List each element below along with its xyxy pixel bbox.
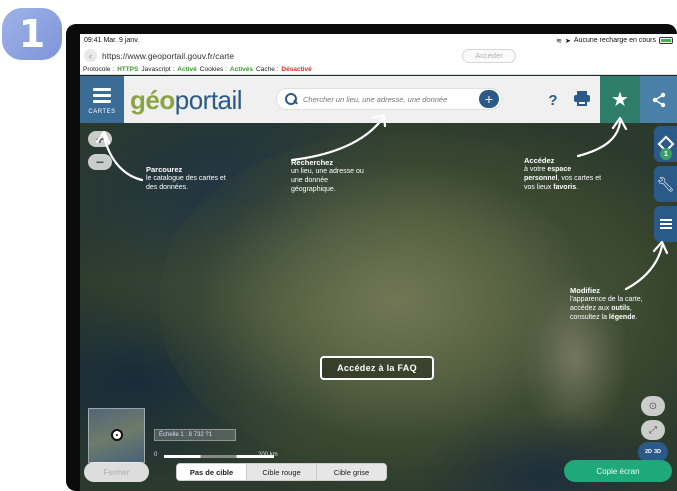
annotation-search-line2: une donnée (291, 177, 328, 184)
help-button[interactable]: ? (542, 89, 564, 111)
print-icon[interactable] (574, 91, 590, 106)
annotation-account-personnel: personnel (524, 175, 558, 182)
zoom-in-button[interactable]: + (88, 131, 112, 147)
annotation-catalog-title: Parcourez (146, 165, 183, 174)
tutorial-slide: 1 09:41 Mar. 9 janv. ≋ ➤ Aucune recharge… (0, 0, 677, 491)
zoom-out-button[interactable]: − (88, 154, 112, 170)
annotation-tools-period: . (635, 314, 638, 321)
expand-icon: ⤢ (649, 424, 657, 436)
favorites-button[interactable]: ★ (600, 76, 640, 123)
annotation-tools-line1: l'apparence de la carte, (570, 296, 643, 303)
annotation-account-line3: vos lieux (524, 184, 554, 191)
maps-menu-label: CARTES (88, 108, 116, 115)
javascript-label: Javascript : (141, 65, 175, 73)
step-number-badge: 1 (2, 8, 62, 60)
go-button[interactable]: Accéder (462, 48, 516, 63)
annotation-account-period: . (576, 184, 579, 191)
search-box: + (276, 88, 502, 110)
segment-grey-target[interactable]: Cible grise (317, 464, 386, 480)
share-icon (652, 92, 665, 107)
status-time-date: 09:41 Mar. 9 janv. (84, 37, 140, 44)
maps-menu-button[interactable]: CARTES (80, 76, 124, 123)
bottom-bar: Fermer Pas de cible Cible rouge Cible gr… (80, 459, 677, 491)
right-tool-rail: 1 🔧︎ (654, 126, 677, 246)
annotation-search-title: Recherchez (291, 158, 334, 167)
javascript-value: Activé (177, 65, 197, 73)
star-icon: ★ (611, 89, 629, 111)
chevron-left-icon: ‹ (89, 50, 92, 61)
legend-list-icon (659, 217, 672, 231)
logo-portail: portail (174, 85, 243, 115)
target-segmented-control: Pas de cible Cible rouge Cible grise (176, 463, 387, 481)
annotation-search-line1: un lieu, une adresse ou (291, 168, 364, 175)
plus-icon: + (95, 131, 105, 147)
fullscreen-button[interactable]: ⤢ (641, 420, 665, 440)
scale-start-label: 0 (154, 452, 158, 458)
location-icon: ➤ (565, 37, 571, 45)
annotation-tools-line2: accédez aux (570, 305, 612, 312)
charging-status: Aucune recharge en cours (573, 37, 656, 44)
annotation-account-line1: à votre (524, 166, 548, 173)
browser-url-bar: ‹ https://www.geoportail.gouv.fr/carte A… (80, 47, 677, 64)
crosshair-icon: ⊙ (648, 400, 658, 412)
cache-label: Cache : (256, 65, 279, 73)
annotation-account-espace: espace (547, 166, 572, 173)
minus-icon: − (95, 154, 105, 170)
screenshot-button[interactable]: Copie écran (564, 460, 672, 482)
tools-button[interactable]: 🔧︎ (654, 166, 677, 202)
status-right: ≋ ➤ Aucune recharge en cours (556, 37, 673, 45)
geoportail-logo: géoportail (130, 85, 243, 116)
layer-count-badge: 1 (660, 148, 672, 160)
annotation-catalog: Parcourez le catalogue des cartes et des… (146, 165, 226, 192)
annotation-tools: Modifiez l'apparence de la carte, accéde… (570, 286, 643, 322)
wrench-icon: 🔧︎ (656, 175, 675, 192)
share-button[interactable] (640, 76, 677, 123)
close-button[interactable]: Fermer (84, 462, 149, 482)
cookies-label: Cookies : (199, 65, 227, 73)
faq-button[interactable]: Accédez à la FAQ (320, 356, 434, 380)
scale-ratio: Échelle 1 : 8 732 ?1 (154, 429, 236, 441)
browser-info-bar: Protocole : HTTPS Javascript : Activé Co… (80, 64, 677, 75)
url-field[interactable]: https://www.geoportail.gouv.fr/carte (102, 51, 402, 61)
annotation-account-favoris: favoris (553, 184, 577, 191)
annotation-tools-outils: outils (611, 305, 630, 312)
geoportail-toolbar: CARTES géoportail + ? ★ (80, 76, 677, 123)
annotation-search-line3: géographique. (291, 186, 336, 193)
annotation-tools-comma: , (629, 305, 632, 312)
protocol-value: HTTPS (117, 65, 139, 73)
search-icon (285, 93, 297, 105)
annotation-catalog-line2: des données. (146, 184, 189, 191)
logo-geo: géo (130, 85, 175, 115)
annotation-search: Recherchez un lieu, une adresse ou une d… (291, 158, 364, 194)
layers-button[interactable]: 1 (654, 126, 677, 162)
step-number: 1 (18, 12, 46, 56)
protocol-label: Protocole : (83, 65, 115, 73)
annotation-account: Accédez à votre espace personnel, vos ca… (524, 156, 601, 192)
annotation-tools-title: Modifiez (570, 286, 600, 295)
annotation-tools-line3: consultez la (570, 314, 609, 321)
cache-value: Désactivé (281, 65, 312, 73)
battery-icon (659, 37, 673, 44)
hamburger-icon (93, 85, 111, 106)
cookies-value: Activés (229, 65, 254, 73)
target-icon (111, 429, 123, 441)
tablet-screen: 09:41 Mar. 9 janv. ≋ ➤ Aucune recharge e… (80, 34, 677, 491)
search-plus-button[interactable]: + (479, 90, 499, 108)
segment-red-target[interactable]: Cible rouge (247, 464, 317, 480)
view-3d-label: 3D (654, 449, 662, 455)
legend-button[interactable] (654, 206, 677, 242)
back-button[interactable]: ‹ (84, 49, 97, 62)
annotation-account-line2: , vos cartes et (557, 175, 602, 182)
search-input[interactable] (303, 94, 473, 104)
geolocate-button[interactable]: ⊙ (641, 396, 665, 416)
view-2d-label: 2D (644, 449, 652, 455)
overview-minimap[interactable] (88, 408, 145, 463)
annotation-catalog-line1: le catalogue des cartes et (146, 175, 226, 182)
annotation-tools-legende: légende (608, 314, 636, 321)
annotation-account-title: Accédez (524, 156, 555, 165)
wifi-icon: ≋ (556, 37, 563, 45)
ios-status-bar: 09:41 Mar. 9 janv. ≋ ➤ Aucune recharge e… (80, 34, 677, 47)
scale-end-label: 200 km (258, 452, 278, 458)
segment-no-target[interactable]: Pas de cible (177, 464, 247, 480)
